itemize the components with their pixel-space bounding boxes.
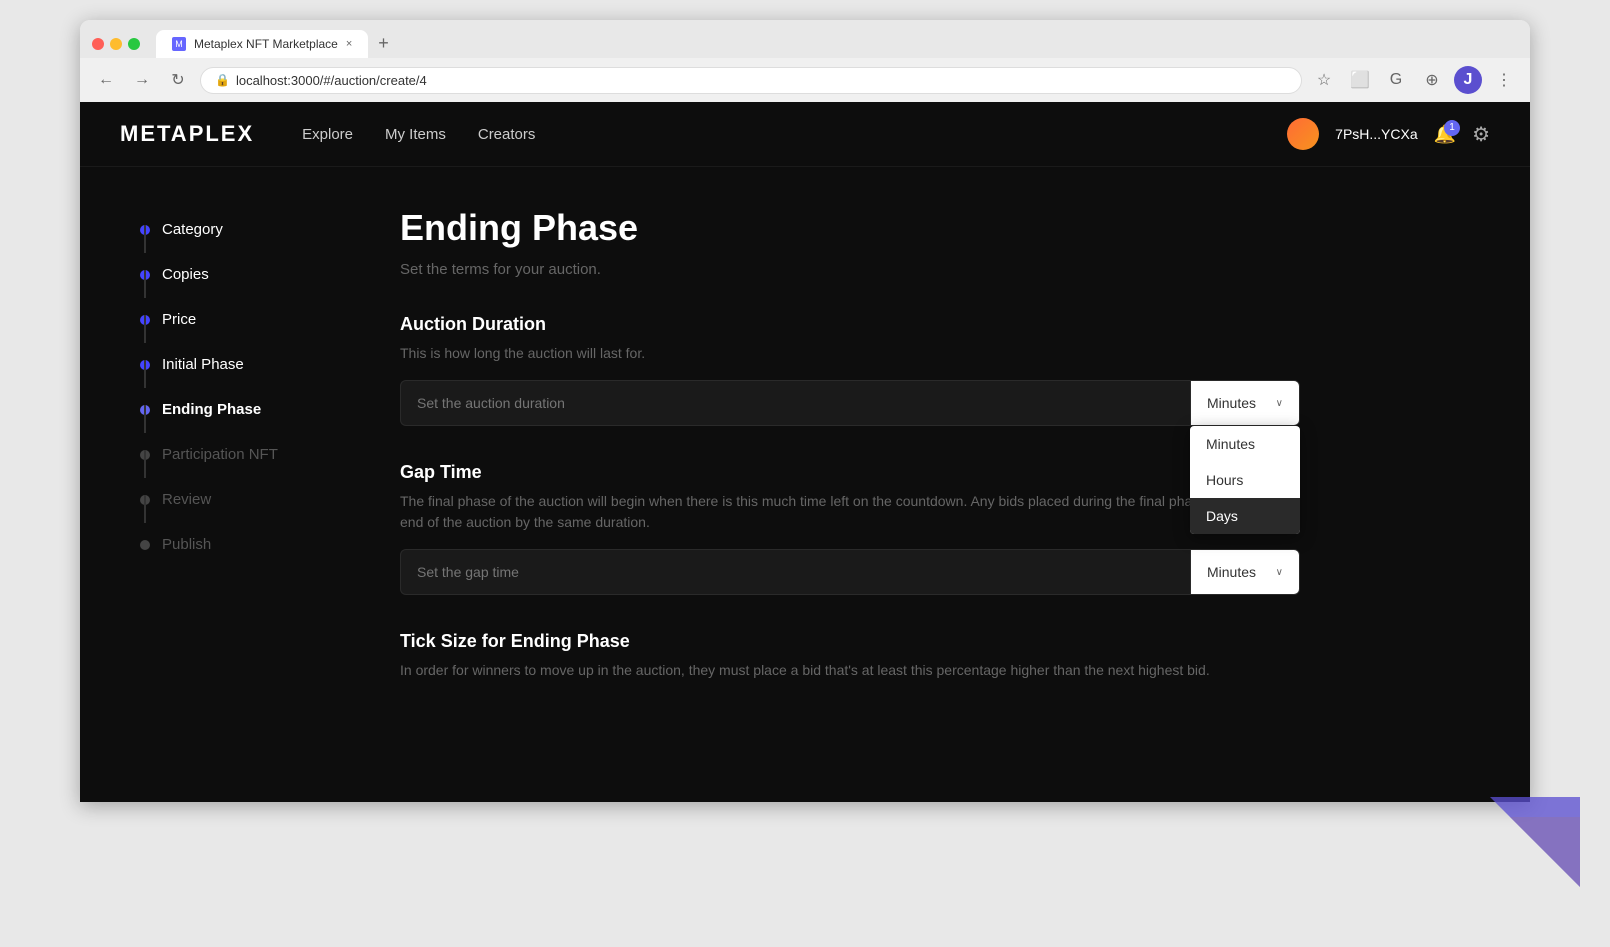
nav-links: Explore My Items Creators: [302, 126, 1287, 143]
dropdown-option-days[interactable]: Days: [1190, 498, 1300, 534]
sidebar-label-category: Category: [162, 221, 223, 238]
sidebar-label-copies: Copies: [162, 266, 209, 283]
lock-icon: 🔒: [215, 73, 230, 87]
menu-button[interactable]: ⋮: [1490, 66, 1518, 94]
browser-tabs: M Metaplex NFT Marketplace × +: [156, 30, 1430, 58]
minimize-window-button[interactable]: [110, 38, 122, 50]
main-layout: Category Copies Price Initial Phase: [80, 167, 1530, 753]
grammarly-button[interactable]: G: [1382, 66, 1410, 94]
maximize-window-button[interactable]: [128, 38, 140, 50]
extensions-icon[interactable]: ⊕: [1418, 66, 1446, 94]
sidebar-label-ending-phase: Ending Phase: [162, 401, 261, 418]
url-text: localhost:3000/#/auction/create/4: [236, 73, 427, 88]
duration-dropdown-container: Minutes ∨ Minutes Hours Days: [1190, 380, 1300, 426]
sidebar: Category Copies Price Initial Phase: [140, 207, 340, 713]
sidebar-item-price[interactable]: Price: [140, 297, 340, 342]
close-window-button[interactable]: [92, 38, 104, 50]
sidebar-item-ending-phase[interactable]: Ending Phase: [140, 387, 340, 432]
nav-right: 7PsH...YCXa 🔔 1 ⚙: [1287, 118, 1490, 150]
sidebar-item-participation-nft[interactable]: Participation NFT: [140, 432, 340, 477]
notification-button[interactable]: 🔔 1: [1434, 124, 1456, 145]
content-area: Ending Phase Set the terms for your auct…: [400, 207, 1300, 713]
sidebar-item-initial-phase[interactable]: Initial Phase: [140, 342, 340, 387]
auction-duration-description: This is how long the auction will last f…: [400, 343, 1300, 364]
favicon: M: [172, 37, 186, 51]
sidebar-item-review[interactable]: Review: [140, 477, 340, 522]
address-bar[interactable]: 🔒 localhost:3000/#/auction/create/4: [200, 67, 1302, 94]
back-button[interactable]: ←: [92, 66, 120, 94]
app-container: METAPLEX Explore My Items Creators 7PsH.…: [80, 102, 1530, 802]
sidebar-label-publish: Publish: [162, 536, 211, 553]
dropdown-option-minutes[interactable]: Minutes: [1190, 426, 1300, 462]
sidebar-label-price: Price: [162, 311, 196, 328]
forward-button[interactable]: →: [128, 66, 156, 94]
nav-explore[interactable]: Explore: [302, 126, 353, 143]
notification-badge: 1: [1444, 120, 1460, 136]
auction-duration-section: Auction Duration This is how long the au…: [400, 314, 1300, 426]
corner-decoration: [1470, 787, 1590, 907]
duration-dropdown-menu: Minutes Hours Days: [1190, 426, 1300, 534]
new-tab-button[interactable]: +: [370, 33, 397, 54]
gap-time-input-row: Minutes ∨: [400, 549, 1300, 595]
wallet-address: 7PsH...YCXa: [1335, 126, 1417, 142]
logo: METAPLEX: [120, 121, 254, 147]
toolbar-actions: ☆ ⬜ G ⊕ J ⋮: [1310, 66, 1518, 94]
tab-title: Metaplex NFT Marketplace: [194, 37, 338, 51]
sidebar-item-publish[interactable]: Publish: [140, 522, 340, 567]
gap-time-input[interactable]: [400, 549, 1190, 595]
profile-button[interactable]: J: [1454, 66, 1482, 94]
duration-select-value: Minutes: [1207, 395, 1256, 411]
browser-toolbar: ← → ↻ 🔒 localhost:3000/#/auction/create/…: [80, 58, 1530, 102]
sidebar-dot-publish: [140, 540, 150, 550]
active-tab[interactable]: M Metaplex NFT Marketplace ×: [156, 30, 368, 58]
gap-time-title: Gap Time: [400, 462, 1300, 483]
nav-my-items[interactable]: My Items: [385, 126, 446, 143]
auction-duration-input[interactable]: [400, 380, 1190, 426]
sidebar-item-category[interactable]: Category: [140, 207, 340, 252]
page-title: Ending Phase: [400, 207, 1300, 249]
tick-size-section: Tick Size for Ending Phase In order for …: [400, 631, 1300, 681]
sidebar-label-review: Review: [162, 491, 211, 508]
gap-time-description: The final phase of the auction will begi…: [400, 491, 1300, 533]
reload-button[interactable]: ↻: [164, 66, 192, 94]
close-tab-button[interactable]: ×: [346, 38, 352, 50]
bookmark-button[interactable]: ☆: [1310, 66, 1338, 94]
sidebar-label-initial-phase: Initial Phase: [162, 356, 244, 373]
sidebar-item-copies[interactable]: Copies: [140, 252, 340, 297]
gap-time-section: Gap Time The final phase of the auction …: [400, 462, 1300, 595]
chevron-down-icon: ∨: [1276, 398, 1283, 409]
gap-time-select-value: Minutes: [1207, 564, 1256, 580]
settings-button[interactable]: ⚙: [1472, 122, 1490, 147]
nav-creators[interactable]: Creators: [478, 126, 536, 143]
extensions-button[interactable]: ⬜: [1346, 66, 1374, 94]
duration-select-button[interactable]: Minutes ∨: [1190, 380, 1300, 426]
dropdown-option-hours[interactable]: Hours: [1190, 462, 1300, 498]
sidebar-label-participation-nft: Participation NFT: [162, 446, 278, 463]
auction-duration-title: Auction Duration: [400, 314, 1300, 335]
window-controls: [92, 38, 140, 50]
gap-chevron-down-icon: ∨: [1276, 567, 1283, 578]
tick-size-description: In order for winners to move up in the a…: [400, 660, 1300, 681]
top-nav: METAPLEX Explore My Items Creators 7PsH.…: [80, 102, 1530, 167]
page-subtitle: Set the terms for your auction.: [400, 261, 1300, 278]
auction-duration-input-row: Minutes ∨ Minutes Hours Days: [400, 380, 1300, 426]
tick-size-title: Tick Size for Ending Phase: [400, 631, 1300, 652]
wallet-avatar: [1287, 118, 1319, 150]
gap-time-select-button[interactable]: Minutes ∨: [1190, 549, 1300, 595]
